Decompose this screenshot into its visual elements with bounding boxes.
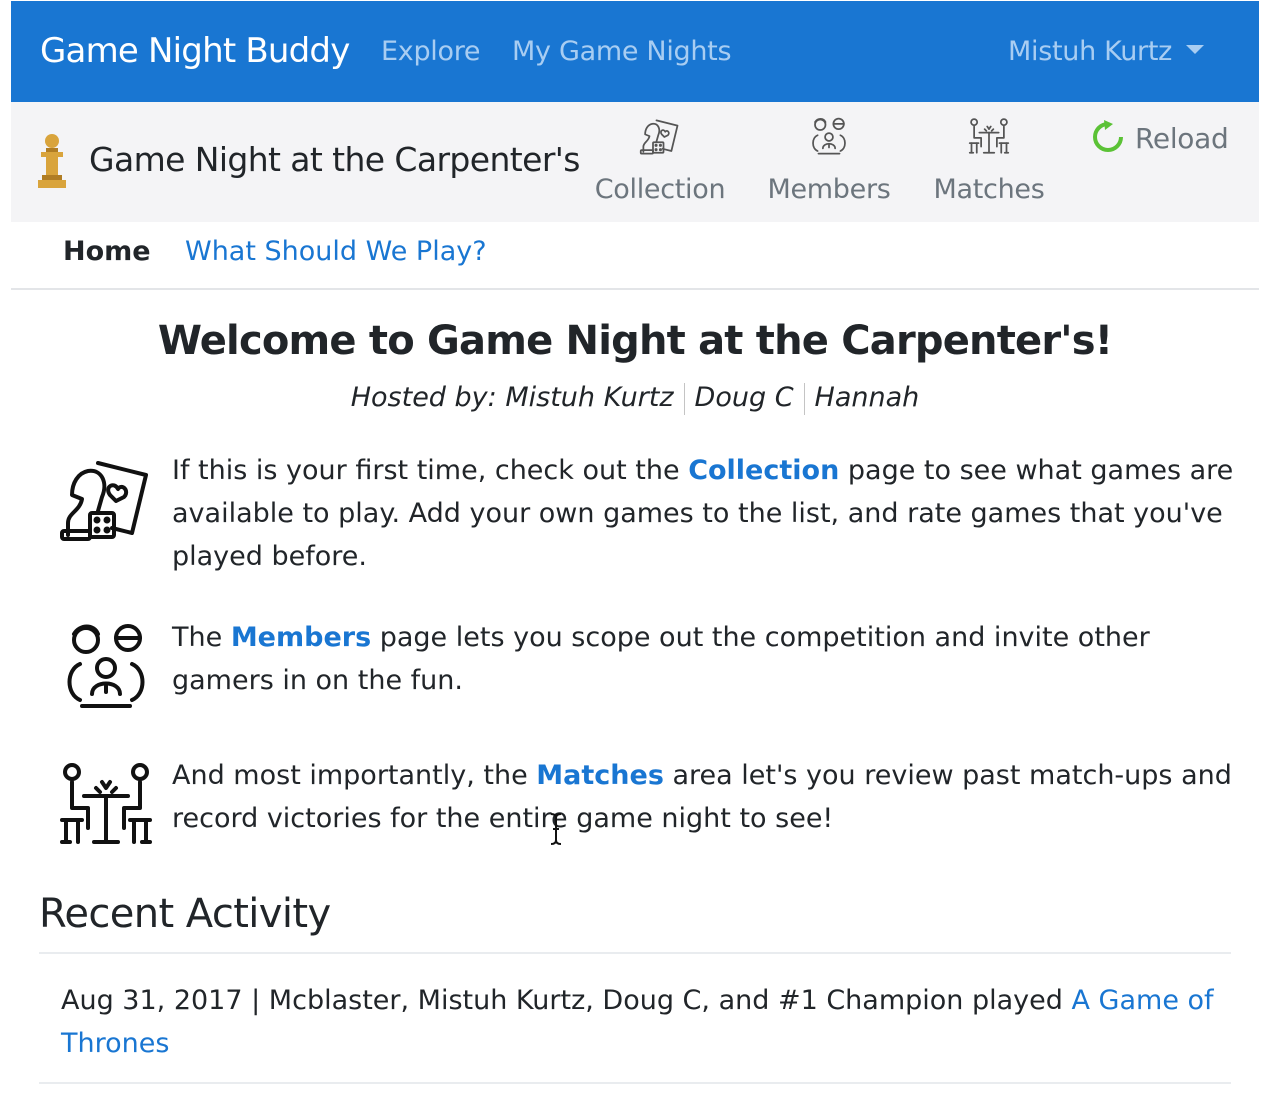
hosted-by: Hosted by: Mistuh Kurtz Doug C Hannah (0, 382, 1270, 415)
players-table-icon (968, 118, 1010, 154)
people-icon (812, 117, 846, 155)
host-name: Mistuh Kurtz (505, 382, 674, 413)
brand-link[interactable]: Game Night Buddy (40, 31, 350, 71)
feature-collection-text: If this is your first time, check out th… (172, 455, 1234, 572)
subnav-collection[interactable]: Collection (585, 116, 735, 205)
reload-label: Reload (1135, 122, 1229, 155)
host-name: Doug C (694, 382, 794, 413)
chevron-down-icon (1186, 45, 1204, 54)
tab-what-should-we-play[interactable]: What Should We Play? (185, 236, 487, 267)
tab-home[interactable]: Home (63, 236, 151, 267)
text-cursor-icon (550, 813, 562, 845)
members-link[interactable]: Members (231, 622, 371, 653)
welcome-heading: Welcome to Game Night at the Carpenter's… (157, 318, 1113, 364)
subnav-members[interactable]: Members (754, 116, 904, 205)
hosted-prefix: Hosted by: (350, 382, 506, 413)
feature-members-text: The Members page lets you scope out the … (172, 622, 1150, 696)
people-icon (67, 624, 145, 708)
feature-matches-text: And most importantly, the Matches area l… (172, 760, 1232, 834)
players-table-icon (60, 763, 152, 844)
user-name: Mistuh Kurtz (1008, 36, 1172, 67)
recent-activity-heading: Recent Activity (39, 891, 331, 937)
page-tabs: Home What Should We Play? (11, 222, 1259, 290)
subnav-matches-label: Matches (933, 174, 1045, 205)
host-divider (683, 382, 685, 415)
subnav-matches[interactable]: Matches (914, 116, 1064, 205)
host-name: Hannah (814, 382, 920, 413)
pawn-icon (38, 134, 66, 188)
host-divider (803, 382, 805, 415)
matches-link[interactable]: Matches (536, 760, 664, 791)
subnav-collection-label: Collection (594, 174, 726, 205)
subnav-members-label: Members (767, 174, 891, 205)
nav-explore-link[interactable]: Explore (381, 36, 481, 67)
cards-dice-icon (60, 461, 148, 541)
top-navbar: Game Night Buddy Explore My Game Nights … (11, 1, 1259, 102)
list-item: Aug 31, 2017 | Mcblaster, Mistuh Kurtz, … (39, 952, 1231, 1084)
cards-dice-icon (639, 119, 679, 155)
group-header: Game Night at the Carpenter's Collection… (11, 102, 1259, 222)
refresh-icon (1093, 120, 1123, 152)
collection-link[interactable]: Collection (688, 455, 839, 486)
activity-text: Aug 31, 2017 | Mcblaster, Mistuh Kurtz, … (61, 985, 1214, 1059)
group-title: Game Night at the Carpenter's (89, 140, 580, 179)
reload-button[interactable]: Reload (1091, 120, 1229, 157)
user-menu[interactable]: Mistuh Kurtz (1008, 36, 1204, 67)
nav-my-game-nights-link[interactable]: My Game Nights (512, 36, 732, 67)
